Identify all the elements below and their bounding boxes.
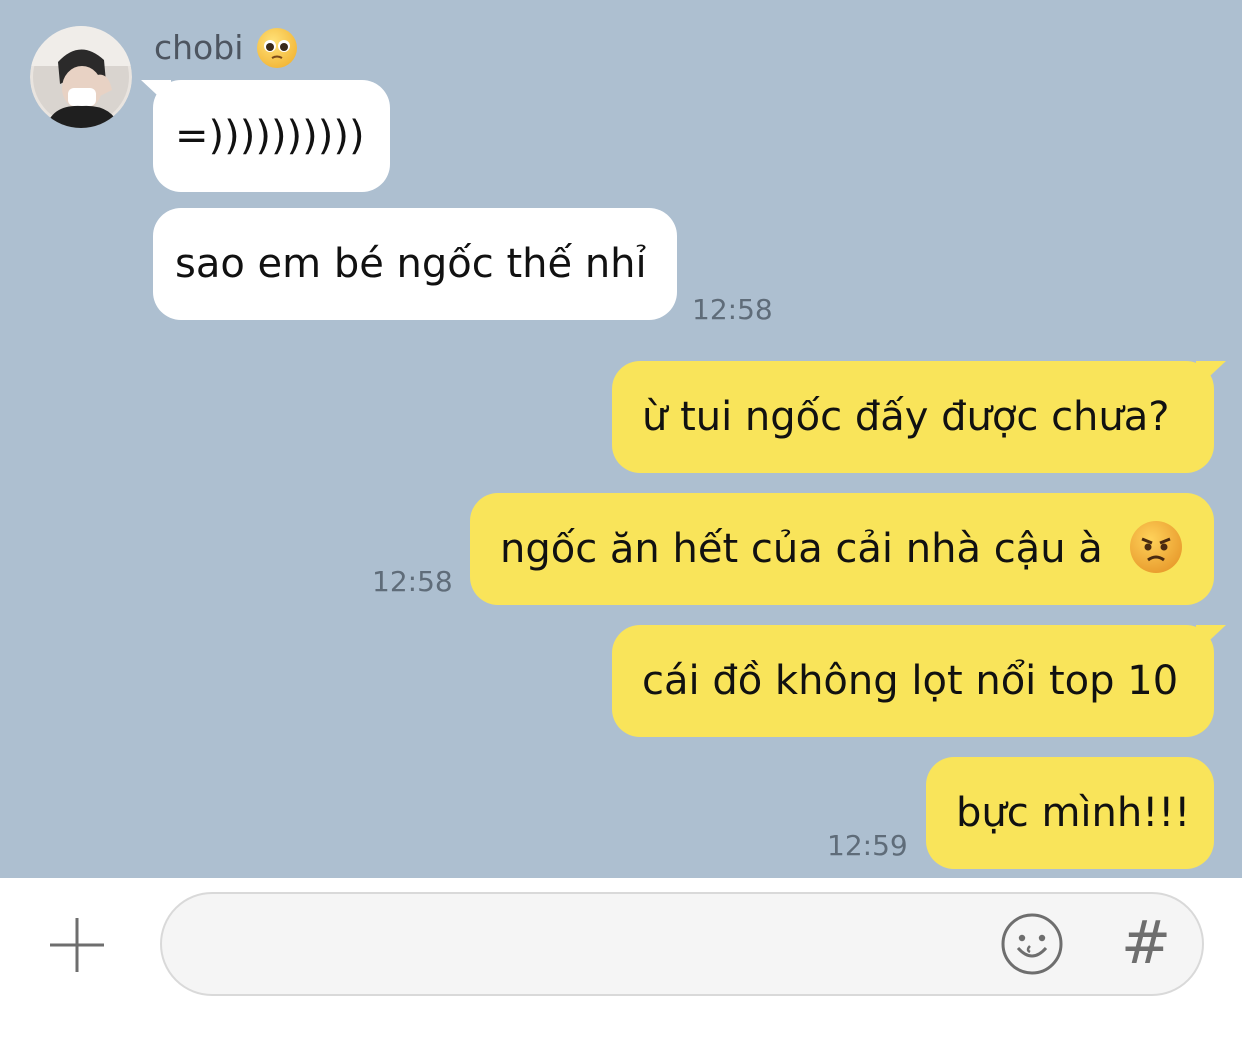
plus-icon[interactable] [48,916,106,974]
angry-face-icon [1129,521,1182,573]
message-text: sao em bé ngốc thế nhỉ [175,241,647,287]
message-timestamp: 12:58 [692,293,773,326]
contact-name: chobi [154,28,244,67]
outgoing-message[interactable]: ừ tui ngốc đấy được chưa? [612,361,1226,473]
contact-avatar[interactable] [30,26,132,128]
message-text: cái đồ không lọt nổi top 10 [642,658,1179,704]
bubble-tail [141,80,171,108]
outgoing-message[interactable]: ngốc ăn hết của cải nhà cậu à [470,493,1214,605]
incoming-message[interactable]: sao em bé ngốc thế nhỉ [153,208,677,320]
message-timestamp: 12:58 [372,565,453,598]
message-timestamp: 12:59 [827,829,908,862]
bubble-tail [1196,625,1226,653]
message-text: ừ tui ngốc đấy được chưa? [642,394,1170,440]
outgoing-message[interactable]: bực mình!!! [926,757,1214,869]
hash-icon[interactable]: # [1120,908,1172,978]
incoming-message[interactable]: =)))))))))) [141,80,390,192]
message-input[interactable] [196,918,1000,972]
bubble-tail [1196,361,1226,389]
pleading-face-icon [257,28,298,68]
message-text: bực mình!!! [956,790,1191,836]
message-text: =)))))))))) [175,113,365,159]
chat-area[interactable]: chobi =)))))))))) sao em bé ngốc thế nhỉ… [0,0,1242,878]
message-text: ngốc ăn hết của cải nhà cậu à [500,526,1103,572]
smiley-icon[interactable] [1000,912,1064,976]
contact-name-row: chobi [154,28,298,68]
outgoing-message[interactable]: cái đồ không lọt nổi top 10 [612,625,1226,737]
